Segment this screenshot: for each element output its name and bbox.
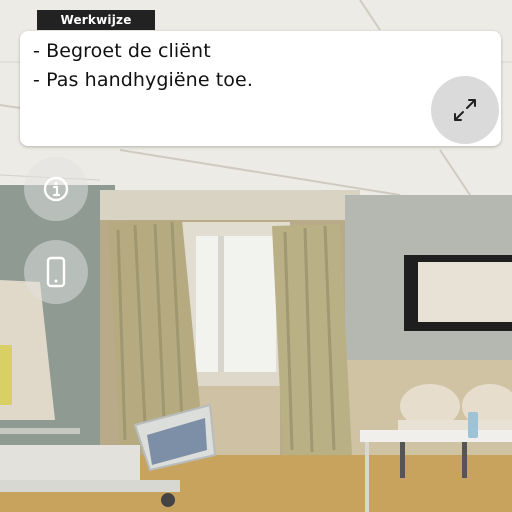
- expand-arrows-icon: [454, 99, 476, 121]
- procedure-step: - Pas handhygiëne toe.: [33, 69, 253, 91]
- procedure-panel: - Begroet de cliënt - Pas handhygiëne to…: [20, 31, 501, 146]
- expand-panel-button[interactable]: [431, 76, 499, 144]
- procedure-step-list: - Begroet de cliënt - Pas handhygiëne to…: [20, 31, 501, 95]
- info-button[interactable]: [24, 157, 88, 221]
- phone-button[interactable]: [24, 240, 88, 304]
- smartphone-icon: [46, 256, 66, 288]
- info-icon: [43, 176, 69, 202]
- procedure-step: - Begroet de cliënt: [33, 40, 211, 62]
- procedure-tab-label: Werkwijze: [37, 10, 155, 30]
